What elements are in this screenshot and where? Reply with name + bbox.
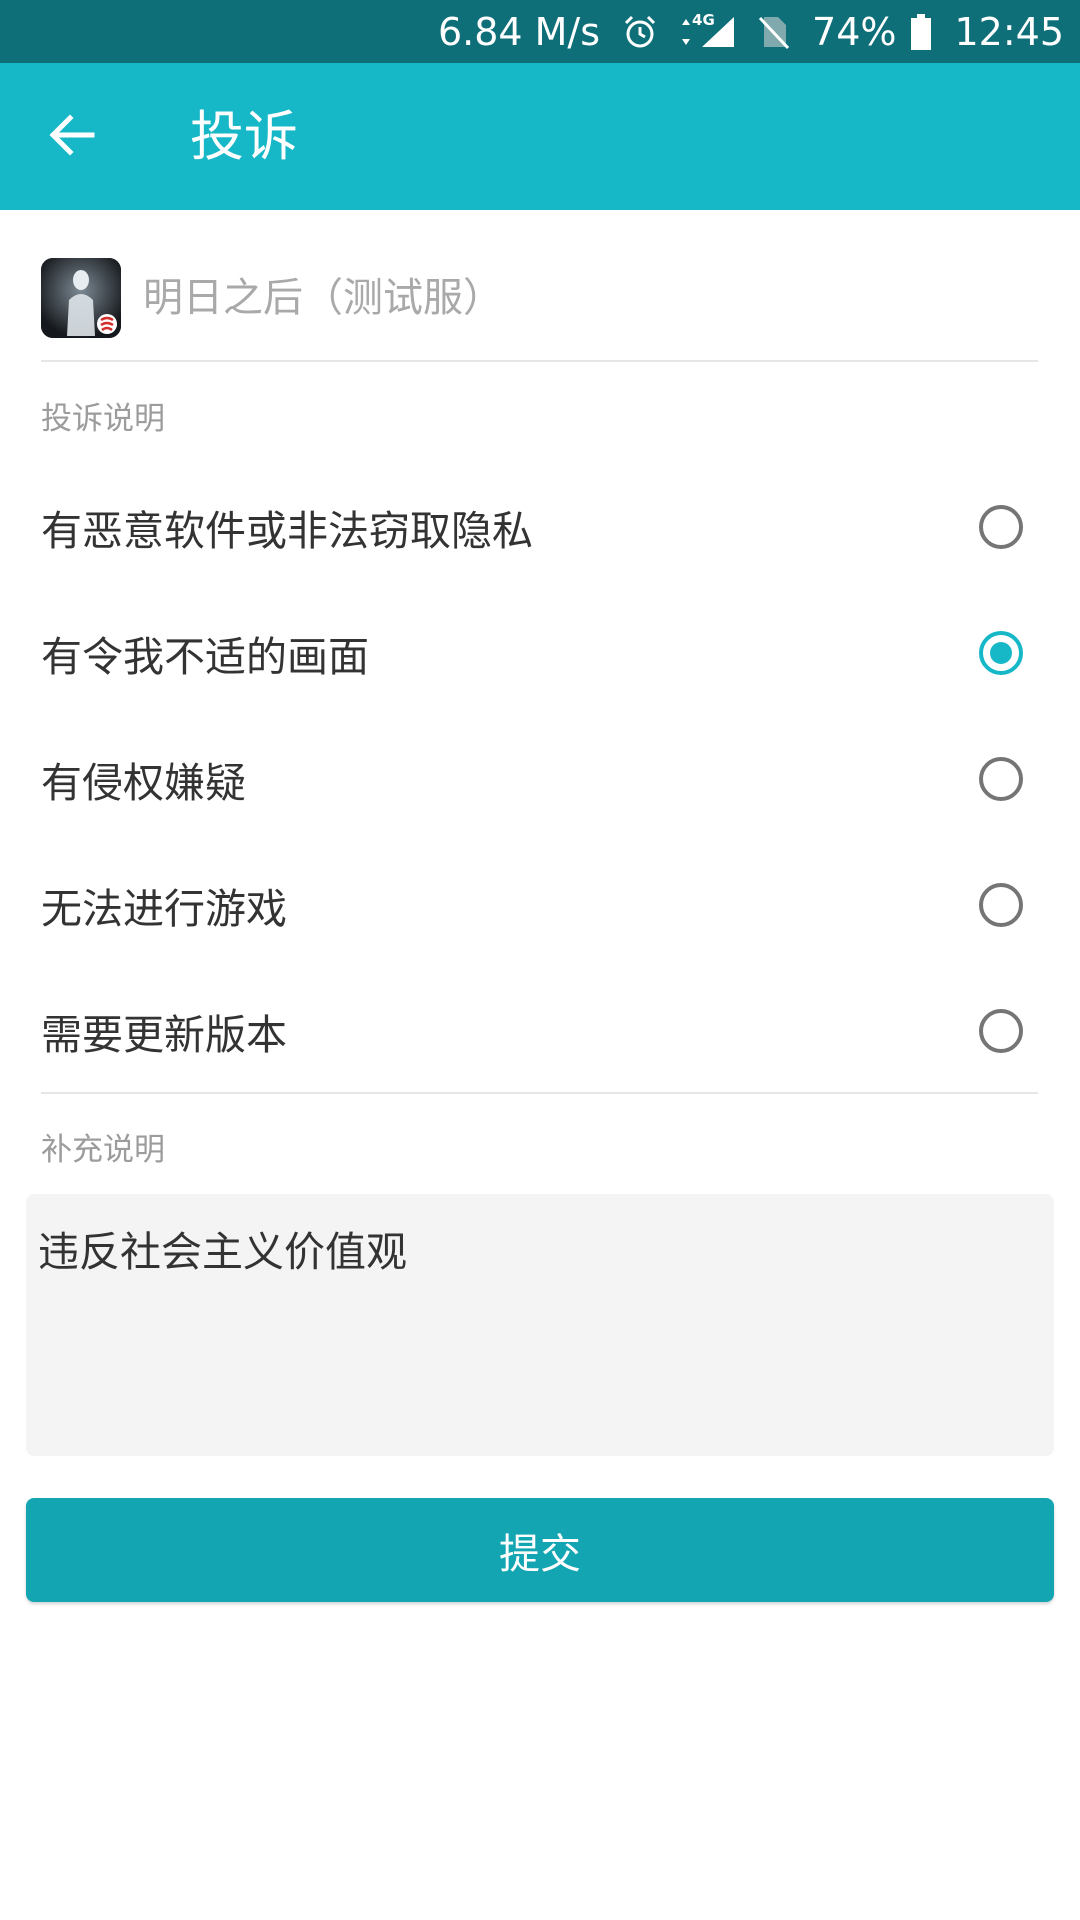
clock: 12:45 [954,9,1064,54]
target-app-row: 明日之后（测试服） [41,258,1038,362]
option-label: 需要更新版本 [41,1011,287,1059]
option-label: 无法进行游戏 [41,885,287,933]
data-arrows-icon [680,17,692,47]
complaint-option-cannot-play[interactable]: 无法进行游戏 [41,852,1038,958]
app-name: 明日之后（测试服） [143,275,503,321]
radio-button[interactable] [979,1009,1023,1053]
submit-button[interactable]: 提交 [26,1498,1054,1602]
status-bar: 6.84 M/s 4G 74% 12:45 [0,0,1080,63]
supplement-section-label: 补充说明 [41,1132,165,1168]
game-icon [41,258,121,338]
signal-icon: 4G [692,11,736,49]
complaint-option-discomfort[interactable]: 有令我不适的画面 [41,600,1038,706]
arrow-left-icon [48,113,96,161]
battery-percent: 74% [812,9,897,54]
no-sim-icon [758,14,790,50]
page-title: 投诉 [190,105,298,168]
complaint-option-infringement[interactable]: 有侵权嫌疑 [41,726,1038,832]
network-type-label: 4G [692,10,715,29]
divider [41,1092,1038,1094]
alarm-icon [622,14,658,50]
complaint-option-malware[interactable]: 有恶意软件或非法窃取隐私 [41,474,1038,580]
battery-icon [910,13,932,51]
supplement-textarea[interactable]: 违反社会主义价值观 [26,1194,1054,1456]
option-label: 有令我不适的画面 [41,633,369,681]
complaint-section-label: 投诉说明 [41,401,165,437]
app-bar: 投诉 [0,63,1080,210]
radio-button[interactable] [979,883,1023,927]
network-speed: 6.84 M/s [437,9,601,54]
radio-button-selected[interactable] [979,631,1023,675]
radio-button[interactable] [979,505,1023,549]
radio-button[interactable] [979,757,1023,801]
complaint-option-needs-update[interactable]: 需要更新版本 [41,978,1038,1084]
back-button[interactable] [36,105,108,169]
option-label: 有恶意软件或非法窃取隐私 [41,507,533,555]
option-label: 有侵权嫌疑 [41,759,246,807]
